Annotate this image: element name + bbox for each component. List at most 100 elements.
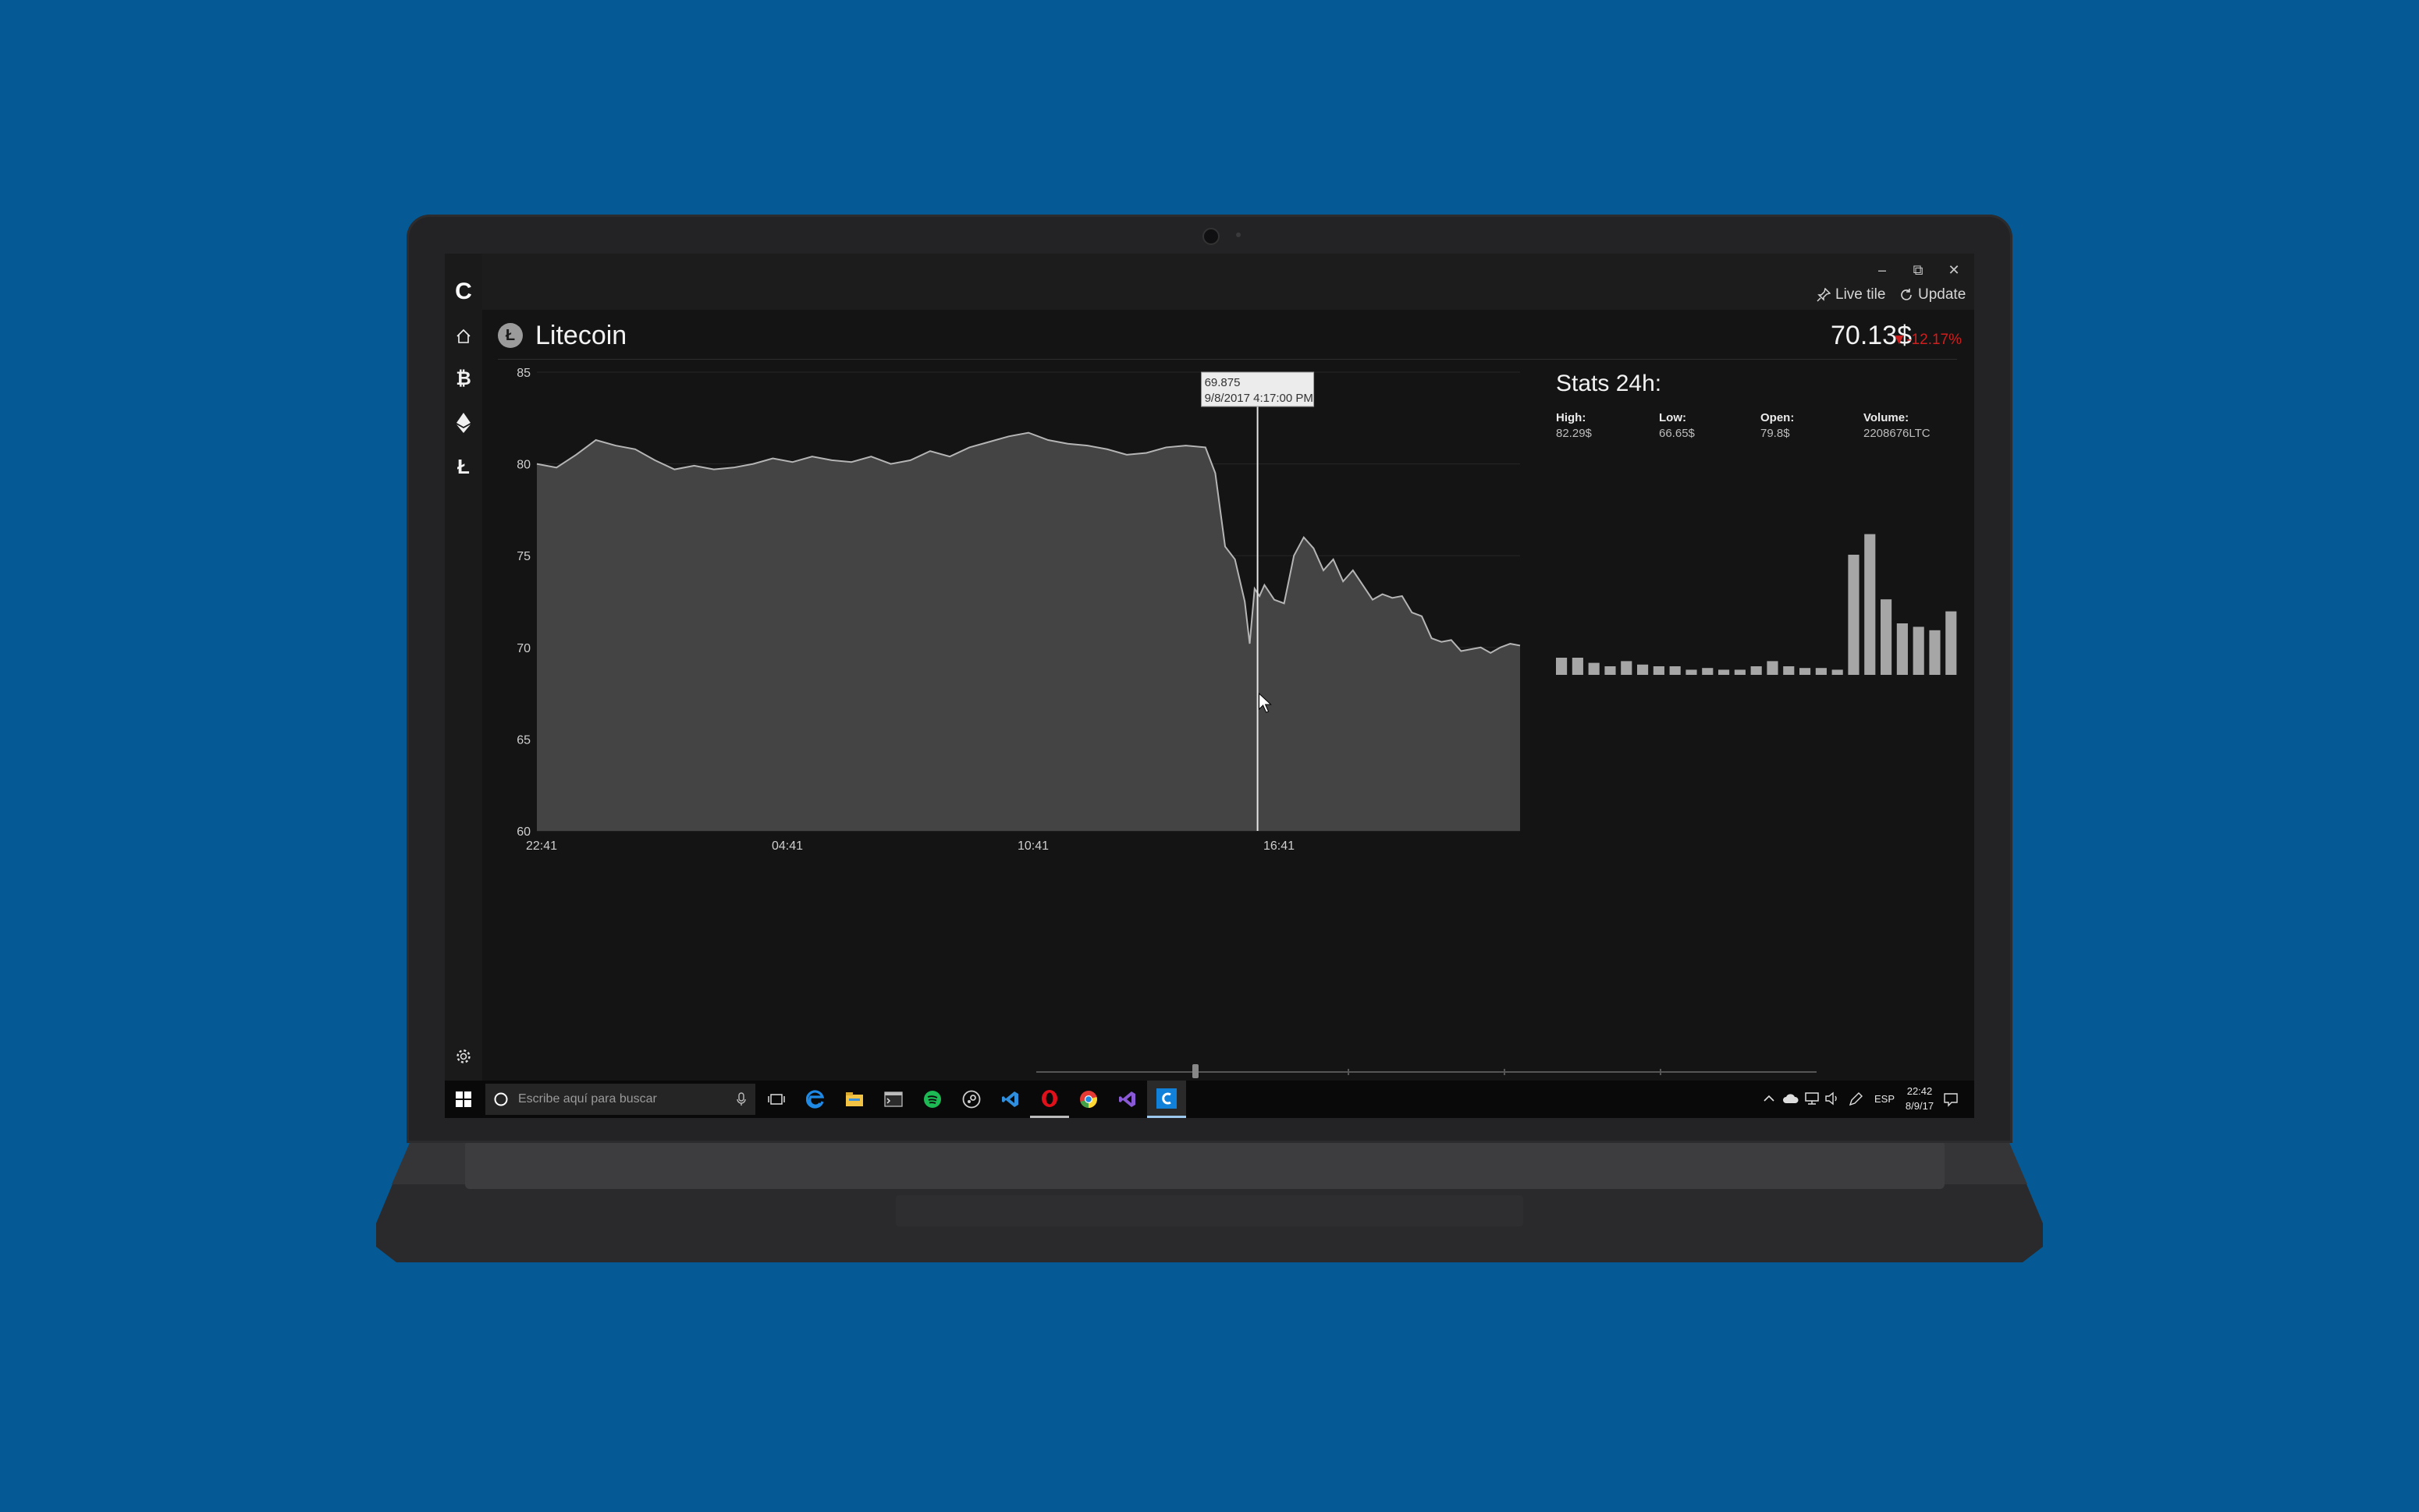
taskbar-app-edge[interactable] xyxy=(796,1081,835,1118)
update-button[interactable]: Update xyxy=(1899,283,1966,307)
bitcoin-icon: ₿ xyxy=(456,368,471,389)
vscode-icon xyxy=(1002,1091,1018,1107)
stat-high: High: 82.29$ xyxy=(1556,411,1657,440)
y-tick-label: 60 xyxy=(517,825,531,839)
volume-bar xyxy=(1637,664,1649,675)
settings-button[interactable] xyxy=(445,1038,482,1075)
taskbar-app-spotify[interactable] xyxy=(913,1081,952,1118)
taskbar-search[interactable]: Escribe aquí para buscar xyxy=(485,1084,755,1115)
volume-bar xyxy=(1945,611,1957,675)
volume-bar-chart xyxy=(1556,534,1957,675)
clock-time[interactable]: 22:42 xyxy=(1901,1085,1938,1097)
volume-bar xyxy=(1896,623,1908,675)
stats-panel: Stats 24h: High: 82.29$ Low: 66.65$ Open… xyxy=(1548,364,1970,676)
litecoin-badge-icon: Ł xyxy=(498,323,523,348)
minimize-button[interactable]: – xyxy=(1865,258,1899,282)
header-divider xyxy=(498,359,1957,360)
webcam-light xyxy=(1236,232,1241,237)
file-explorer-icon xyxy=(846,1092,863,1106)
volume-bar xyxy=(1831,669,1843,675)
stat-volume-value: 2208676LTC xyxy=(1863,427,1931,440)
volume-bar xyxy=(1556,658,1568,675)
start-button[interactable] xyxy=(445,1081,482,1118)
search-placeholder: Escribe aquí para buscar xyxy=(518,1092,657,1106)
stat-volume-label: Volume: xyxy=(1863,411,1909,424)
maximize-button[interactable]: ⧉ xyxy=(1901,258,1935,282)
home-icon xyxy=(456,328,471,343)
volume-bar xyxy=(1734,669,1746,675)
steam-icon xyxy=(962,1090,981,1109)
spotify-icon xyxy=(924,1091,941,1108)
taskbar-app-opera[interactable] xyxy=(1030,1081,1069,1118)
onedrive-icon[interactable] xyxy=(1782,1093,1799,1104)
trackpad xyxy=(896,1195,1523,1226)
microphone-icon xyxy=(737,1092,746,1106)
gear-icon xyxy=(456,1049,471,1063)
taskbar-app-vscode[interactable] xyxy=(991,1081,1030,1118)
main-content: Ł Litecoin 70.13$ ▼-12.17% 85 80 75 70 65 60 2… xyxy=(482,310,1974,1081)
app-logo: C xyxy=(455,279,472,304)
chevron-up-icon[interactable] xyxy=(1764,1095,1774,1102)
stat-high-value: 82.29$ xyxy=(1556,427,1592,440)
tooltip-value: 69.875 xyxy=(1205,376,1241,389)
nav-item-litecoin[interactable]: Ł xyxy=(445,448,482,485)
refresh-icon xyxy=(1901,289,1912,300)
stat-low-value: 66.65$ xyxy=(1659,427,1695,440)
edge-icon xyxy=(806,1090,825,1109)
language-indicator[interactable]: ESP xyxy=(1871,1093,1898,1105)
visual-studio-icon xyxy=(1119,1091,1135,1107)
volume-bar xyxy=(1718,669,1730,675)
range-scrubber[interactable] xyxy=(1036,1063,1817,1078)
console-icon xyxy=(884,1091,903,1107)
volume-bar xyxy=(1669,666,1681,675)
x-tick-label: 10:41 xyxy=(1018,839,1049,853)
tooltip-datetime: 9/8/2017 4:17:00 PM xyxy=(1205,392,1313,405)
app-window: – ⧉ ✕ Live tile Update C ₿ Ł Ł Litecoin … xyxy=(445,254,1974,1118)
stat-open-value: 79.8$ xyxy=(1760,427,1790,440)
taskbar-app-steam[interactable] xyxy=(952,1081,991,1118)
scrubber-handle[interactable] xyxy=(1192,1064,1199,1078)
taskbar-app-crypto[interactable] xyxy=(1147,1081,1186,1118)
chrome-icon xyxy=(1080,1091,1097,1108)
webcam xyxy=(1202,228,1220,245)
y-tick-label: 70 xyxy=(517,642,531,655)
stat-low: Low: 66.65$ xyxy=(1659,411,1760,440)
nav-item-home[interactable] xyxy=(445,318,482,355)
taskbar-app-console[interactable] xyxy=(874,1081,913,1118)
clock-date[interactable]: 8/9/17 xyxy=(1901,1100,1938,1112)
volume-bar xyxy=(1702,668,1714,675)
volume-icon[interactable] xyxy=(1824,1091,1840,1106)
crypto-app-icon xyxy=(1156,1088,1177,1109)
update-label: Update xyxy=(1918,286,1966,303)
volume-bar xyxy=(1815,668,1827,675)
task-view-button[interactable] xyxy=(757,1081,796,1118)
desktop-background: – ⧉ ✕ Live tile Update C ₿ Ł Ł Litecoin … xyxy=(0,0,2419,1512)
nav-rail: C ₿ Ł xyxy=(445,254,482,1081)
coin-name: Litecoin xyxy=(535,320,627,350)
volume-bar xyxy=(1588,662,1600,675)
live-tile-button[interactable]: Live tile xyxy=(1817,283,1885,307)
nav-item-bitcoin[interactable]: ₿ xyxy=(445,360,482,398)
close-button[interactable]: ✕ xyxy=(1937,258,1971,282)
price-chart[interactable]: 85 80 75 70 65 6022:41 04:41 10:41 16:41 69.875 9/… xyxy=(482,364,1551,864)
network-icon[interactable] xyxy=(1804,1091,1820,1106)
stats-title: Stats 24h: xyxy=(1556,371,1662,396)
task-view-icon xyxy=(768,1094,785,1105)
taskbar-app-visual-studio[interactable] xyxy=(1108,1081,1147,1118)
notifications-icon[interactable] xyxy=(1943,1091,1959,1107)
nav-item-ethereum[interactable] xyxy=(445,404,482,442)
taskbar: Escribe aquí para buscar ESP 22:42 8/9/1… xyxy=(445,1081,1974,1118)
volume-bar xyxy=(1653,666,1664,675)
taskbar-app-chrome[interactable] xyxy=(1069,1081,1108,1118)
volume-bar xyxy=(1799,668,1811,675)
keyboard xyxy=(465,1141,1945,1189)
pin-icon xyxy=(1817,288,1831,302)
x-tick-label: 04:41 xyxy=(772,839,803,853)
y-tick-label: 80 xyxy=(517,459,531,472)
title-bar: – ⧉ ✕ Live tile Update xyxy=(445,254,1974,310)
volume-bar xyxy=(1881,599,1892,675)
pen-icon[interactable] xyxy=(1848,1091,1863,1107)
taskbar-app-explorer[interactable] xyxy=(835,1081,874,1118)
ethereum-icon xyxy=(456,413,471,433)
volume-bar xyxy=(1929,630,1941,675)
